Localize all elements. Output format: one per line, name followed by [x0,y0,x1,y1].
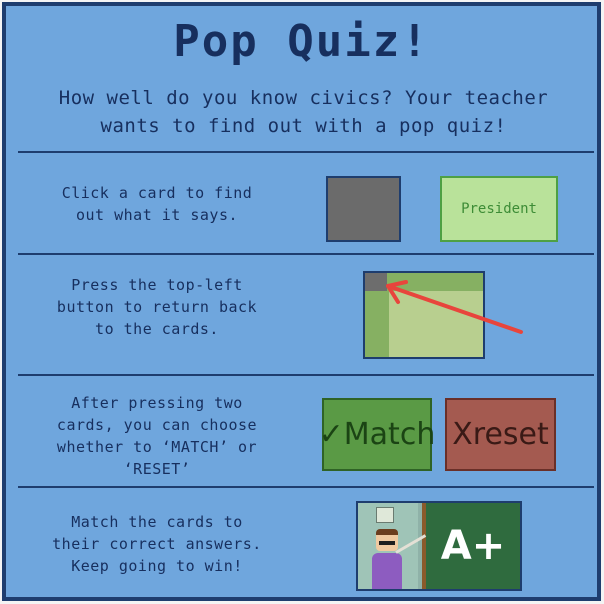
step-2-line: button to return back [56,298,258,316]
step-2-line: to the cards. [95,320,219,338]
subtitle: How well do you know civics? Your teache… [16,84,591,140]
page-title: Pop Quiz! [173,16,430,67]
grade-text: A+ [440,523,506,569]
step-4-line: Keep going to win! [71,557,243,575]
step-3-line: whether to ‘MATCH’ or [56,438,258,456]
step-3-line: cards, you can choose [56,416,258,434]
divider [18,253,594,255]
tutorial-panel: Pop Quiz! How well do you know civics? Y… [2,2,601,601]
subtitle-line-2: wants to find out with a pop quiz! [100,115,507,137]
step-4-text: Match the cards to their correct answers… [32,511,282,577]
step-2-line: Press the top-left [71,276,243,294]
face-down-card[interactable] [326,176,401,242]
subtitle-line-1: How well do you know civics? Your teache… [58,87,549,109]
step-3-line: After pressing two [71,394,243,412]
match-button[interactable]: ✓Match [319,398,435,471]
chalkboard: A+ [422,503,520,589]
teacher-head [376,529,398,551]
step-1-line: out what it says. [75,206,239,224]
step-1-line: Click a card to find [61,184,253,202]
step-3-line: ‘RESET’ [123,460,191,478]
divider [18,151,594,153]
teacher-body [372,553,402,589]
revealed-card[interactable]: President [440,176,558,242]
divider [18,374,594,376]
reset-button[interactable]: Xreset [445,398,556,471]
poster-icon [376,507,394,523]
step-2-text: Press the top-left button to return back… [32,274,282,340]
step-1-text: Click a card to find out what it says. [32,182,282,226]
step-4-line: Match the cards to [71,513,243,531]
glasses-icon [379,541,395,545]
arrow-icon [386,280,523,334]
classroom-scene: A+ [356,501,522,591]
divider [18,486,594,488]
step-3-text: After pressing two cards, you can choose… [32,392,282,480]
step-4-line: their correct answers. [52,535,262,553]
